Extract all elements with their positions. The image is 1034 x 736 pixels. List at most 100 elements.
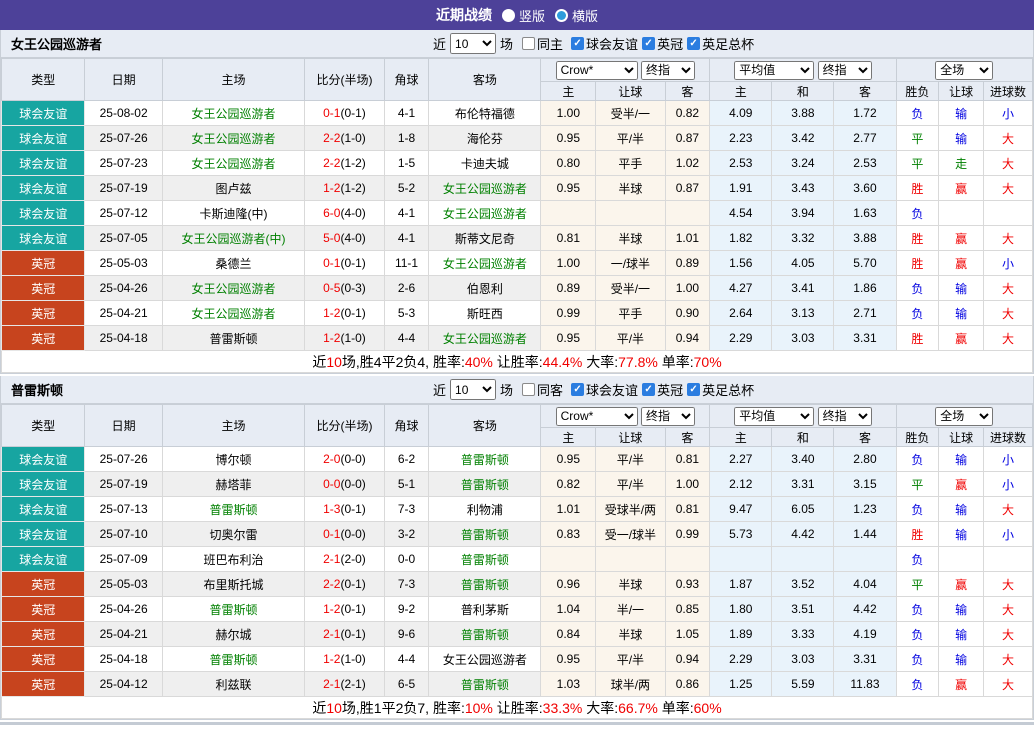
home-team[interactable]: 班巴布利治 — [161, 546, 306, 572]
match-count-select[interactable]: 10 — [450, 33, 497, 54]
checkbox-checked-icon[interactable]: ✓ — [687, 37, 701, 50]
home-team[interactable]: 卡斯迪隆(中) — [161, 200, 306, 226]
final-odds-select-2[interactable]: 终指 — [817, 406, 872, 426]
bookmaker-select[interactable]: Crow* — [555, 406, 638, 426]
layout-radio-horizontal[interactable]: 横版 — [555, 6, 598, 25]
home-team[interactable]: 女王公园巡游者 — [161, 125, 306, 151]
away-team[interactable]: 普雷斯顿 — [428, 521, 542, 547]
match-row: 球会友谊 25-07-19 图卢兹 1-2(1-2) 5-2 女王公园巡游者 0… — [0, 175, 1033, 201]
away-team[interactable]: 卡迪夫城 — [428, 150, 542, 176]
final-odds-select[interactable]: 终指 — [640, 60, 695, 80]
checkbox-checked-icon[interactable]: ✓ — [687, 383, 701, 396]
result-wdl: 负 — [895, 446, 940, 472]
home-team[interactable]: 普雷斯顿 — [161, 596, 306, 622]
corner-score: 4-4 — [383, 325, 430, 351]
avg-away: 3.31 — [833, 325, 897, 351]
checkbox-checked-icon[interactable]: ✓ — [571, 37, 585, 50]
league-filter[interactable]: ✓ 球会友谊 — [571, 380, 638, 399]
full-match-select[interactable]: 全场 — [935, 60, 994, 80]
avg-home: 1.89 — [709, 621, 773, 647]
home-team[interactable]: 普雷斯顿 — [161, 496, 306, 522]
away-team[interactable]: 女王公园巡游者 — [428, 175, 542, 201]
odds-home: 0.95 — [540, 446, 597, 472]
result-goals: 大 — [983, 150, 1033, 176]
away-team[interactable]: 普雷斯顿 — [428, 571, 542, 597]
odds-handicap-line: 平/半 — [595, 471, 666, 497]
home-team[interactable]: 图卢兹 — [161, 175, 306, 201]
away-team[interactable]: 普雷斯顿 — [428, 546, 542, 572]
away-team[interactable]: 布伦特福德 — [428, 100, 542, 126]
radio-unchecked-icon[interactable] — [501, 8, 515, 22]
home-team[interactable]: 切奥尔雷 — [161, 521, 306, 547]
home-team[interactable]: 赫尔城 — [161, 621, 306, 647]
score-cell: 2-2(1-0) — [304, 125, 385, 151]
league-filter[interactable]: ✓ 英冠 — [642, 34, 683, 53]
league-filter[interactable]: ✓ 英足总杯 — [687, 34, 754, 53]
same-venue-label: 同主 — [537, 37, 564, 52]
away-team[interactable]: 普雷斯顿 — [428, 671, 542, 697]
home-team[interactable]: 普雷斯顿 — [161, 325, 306, 351]
result-handicap: 赢 — [938, 471, 985, 497]
league-filter[interactable]: ✓ 英冠 — [642, 380, 683, 399]
avg-home: 1.91 — [709, 175, 773, 201]
col-header-home: 主场 — [161, 58, 306, 101]
away-team[interactable]: 普雷斯顿 — [428, 621, 542, 647]
odds-group-header: Crow* 终指 — [540, 58, 711, 82]
final-odds-select[interactable]: 终指 — [640, 406, 695, 426]
away-team[interactable]: 女王公园巡游者 — [428, 200, 542, 226]
average-odds-select[interactable]: 平均值 — [734, 60, 815, 80]
league-filter[interactable]: ✓ 球会友谊 — [571, 34, 638, 53]
home-team[interactable]: 布里斯托城 — [161, 571, 306, 597]
away-team[interactable]: 斯蒂文尼奇 — [428, 225, 542, 251]
home-team[interactable]: 利兹联 — [161, 671, 306, 697]
layout-radio-vertical[interactable]: 竖版 — [501, 6, 545, 25]
result-goals: 大 — [983, 671, 1033, 697]
home-team[interactable]: 女王公园巡游者 — [161, 300, 306, 326]
home-team[interactable]: 女王公园巡游者 — [161, 275, 306, 301]
away-team[interactable]: 斯旺西 — [428, 300, 542, 326]
away-team[interactable]: 女王公园巡游者 — [428, 325, 542, 351]
checkbox-checked-icon[interactable]: ✓ — [642, 37, 656, 50]
away-team[interactable]: 普雷斯顿 — [428, 471, 542, 497]
checkbox-checked-icon[interactable]: ✓ — [642, 383, 656, 396]
home-team[interactable]: 博尔顿 — [161, 446, 306, 472]
score-cell: 1-2(1-0) — [304, 325, 385, 351]
home-team[interactable]: 女王公园巡游者 — [161, 100, 306, 126]
checkbox-unchecked-icon[interactable] — [522, 383, 536, 396]
radio-checked-icon[interactable] — [555, 8, 568, 22]
away-team[interactable]: 海伦芬 — [428, 125, 542, 151]
home-team[interactable]: 桑德兰 — [161, 250, 306, 276]
away-team[interactable]: 普利茅斯 — [428, 596, 542, 622]
home-team[interactable]: 赫塔菲 — [161, 471, 306, 497]
home-team[interactable]: 女王公园巡游者 — [161, 150, 306, 176]
away-team[interactable]: 女王公园巡游者 — [428, 250, 542, 276]
bookmaker-select[interactable]: Crow* — [555, 60, 638, 80]
average-odds-select[interactable]: 平均值 — [734, 406, 815, 426]
home-team[interactable]: 普雷斯顿 — [161, 646, 306, 672]
same-venue-filter[interactable]: 同主 — [522, 34, 563, 53]
league-badge: 球会友谊 — [0, 496, 86, 522]
sub-header-avg-away: 客 — [833, 81, 897, 101]
same-venue-filter[interactable]: 同客 — [522, 380, 563, 399]
league-filter[interactable]: ✓ 英足总杯 — [687, 380, 754, 399]
checkbox-unchecked-icon[interactable] — [522, 37, 536, 50]
result-goals — [983, 200, 1033, 226]
league-badge: 英冠 — [0, 646, 86, 672]
home-team[interactable]: 女王公园巡游者(中) — [161, 225, 306, 251]
result-goals: 大 — [983, 300, 1033, 326]
away-team[interactable]: 普雷斯顿 — [428, 446, 542, 472]
odds-home: 0.95 — [540, 125, 597, 151]
away-team[interactable]: 利物浦 — [428, 496, 542, 522]
league-badge: 球会友谊 — [0, 446, 86, 472]
checkbox-checked-icon[interactable]: ✓ — [571, 383, 585, 396]
match-count-select[interactable]: 10 — [450, 379, 497, 400]
away-team[interactable]: 女王公园巡游者 — [428, 646, 542, 672]
league-badge: 球会友谊 — [0, 521, 86, 547]
odds-handicap-line: 半球 — [595, 571, 666, 597]
final-odds-select-2[interactable]: 终指 — [817, 60, 872, 80]
away-team[interactable]: 伯恩利 — [428, 275, 542, 301]
full-match-select[interactable]: 全场 — [935, 406, 994, 426]
result-goals — [983, 546, 1033, 572]
near-label: 近 — [433, 383, 447, 398]
result-handicap: 输 — [938, 596, 985, 622]
